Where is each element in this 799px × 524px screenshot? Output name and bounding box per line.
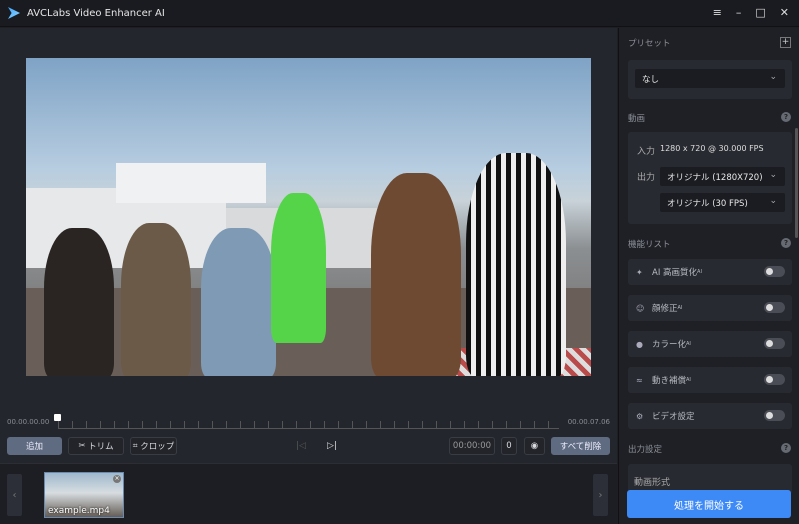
feature-label: ビデオ設定 — [652, 412, 695, 422]
feature-face: ☺ 顔修正 AI — [628, 295, 792, 321]
upscale-toggle[interactable] — [764, 266, 785, 277]
feature-label: AI 高画質化 — [652, 268, 698, 278]
trim-label: トリム — [88, 442, 114, 452]
feature-video-settings: ⚙ ビデオ設定 — [628, 403, 792, 429]
video-preview — [26, 58, 591, 376]
fps-select[interactable]: オリジナル (30 FPS) ⌄ — [660, 193, 785, 212]
feature-motion: ≈ 動き補償 AI — [628, 367, 792, 393]
feature-label: カラー化 — [652, 340, 687, 350]
gear-icon: ⚙ — [636, 411, 644, 421]
next-frame-icon[interactable]: ▷| — [327, 441, 337, 451]
colorize-toggle[interactable] — [764, 338, 785, 349]
preset-value: なし — [642, 74, 660, 85]
format-label: 動画形式 — [634, 478, 671, 488]
frame-input[interactable]: 0 — [501, 437, 517, 455]
feature-upscale: ✦ AI 高画質化 AI — [628, 259, 792, 285]
feature-label: 動き補償 — [652, 376, 687, 386]
sidebar-scrollbar[interactable] — [795, 128, 798, 238]
maximize-icon[interactable]: □ — [755, 6, 765, 19]
settings-sidebar: プリセット + なし ⌄ 動画 ? 入力 1280 x 720 @ 30.000 … — [618, 28, 799, 524]
preview-eye-button[interactable]: ◉ — [524, 437, 545, 455]
preset-heading: プリセット — [628, 39, 671, 49]
output-heading: 出力設定 — [628, 445, 663, 455]
help-icon[interactable]: ? — [781, 112, 791, 122]
timeline-end: 00.00.07.06 — [567, 418, 610, 426]
minimize-icon[interactable]: – — [736, 6, 742, 19]
face-icon: ☺ — [636, 303, 645, 313]
thumbnail-item[interactable]: × example.mp4 — [44, 472, 124, 518]
thumbnail-filename: example.mp4 — [48, 506, 110, 516]
ai-badge: AI — [686, 377, 691, 383]
crop-icon: ⌗ — [132, 441, 141, 451]
timeline[interactable]: 00.00.00.00 00.00.07.06 — [0, 408, 617, 430]
feature-label: 顔修正 — [652, 304, 678, 314]
chevron-down-icon: ⌄ — [769, 170, 777, 180]
add-preset-icon[interactable]: + — [780, 37, 791, 48]
scissors-icon: ✂ — [78, 441, 89, 451]
app-logo — [8, 7, 20, 19]
eye-icon: ◉ — [530, 441, 539, 451]
chevron-left-icon[interactable]: ‹ — [7, 474, 22, 516]
close-icon[interactable]: ✕ — [780, 6, 789, 19]
ai-badge: AI — [686, 341, 691, 347]
feature-colorize: ● カラー化 AI — [628, 331, 792, 357]
remove-icon[interactable]: × — [113, 475, 121, 483]
ai-badge: AI — [697, 269, 702, 275]
features-heading: 機能リスト — [628, 240, 671, 250]
video-settings-toggle[interactable] — [764, 410, 785, 421]
chevron-right-icon[interactable]: › — [593, 474, 608, 516]
trim-button[interactable]: ✂ トリム — [68, 437, 124, 455]
timeline-track[interactable] — [58, 421, 559, 429]
help-icon[interactable]: ? — [781, 238, 791, 248]
chevron-down-icon: ⌄ — [769, 72, 777, 82]
chevron-down-icon: ⌄ — [769, 196, 777, 206]
ai-badge: AI — [677, 305, 683, 311]
face-toggle[interactable] — [764, 302, 785, 313]
motion-toggle[interactable] — [764, 374, 785, 385]
input-value: 1280 x 720 @ 30.000 FPS — [660, 144, 764, 153]
filmstrip: ‹ × example.mp4 › — [0, 463, 617, 524]
app-title: AVCLabs Video Enhancer AI — [27, 7, 165, 19]
resolution-value: オリジナル (1280X720) — [667, 172, 763, 183]
fps-value: オリジナル (30 FPS) — [667, 198, 748, 209]
start-processing-button[interactable]: 処理を開始する — [627, 490, 791, 518]
resolution-select[interactable]: オリジナル (1280X720) ⌄ — [660, 167, 785, 186]
menu-icon[interactable]: ≡ — [713, 6, 722, 19]
video-heading: 動画 — [628, 114, 646, 124]
crop-button[interactable]: ⌗ クロップ — [130, 437, 177, 455]
title-bar: AVCLabs Video Enhancer AI ≡ – □ ✕ — [0, 0, 799, 27]
crop-label: クロップ — [140, 442, 175, 452]
output-label: 出力 — [637, 173, 656, 183]
timeline-start: 00.00.00.00 — [7, 418, 50, 426]
help-icon[interactable]: ? — [781, 443, 791, 453]
clear-all-button[interactable]: すべて削除 — [551, 437, 610, 455]
palette-icon: ● — [636, 339, 643, 349]
motion-icon: ≈ — [636, 375, 643, 385]
playhead-handle[interactable] — [54, 414, 61, 421]
add-button[interactable]: 追加 — [7, 437, 62, 455]
prev-frame-icon[interactable]: |◁ — [296, 441, 306, 451]
input-label: 入力 — [637, 147, 656, 157]
main-area: 00.00.00.00 00.00.07.06 追加 ✂ トリム ⌗ クロップ … — [0, 28, 617, 524]
time-input[interactable]: 00:00:00 — [449, 437, 495, 455]
preset-select[interactable]: なし ⌄ — [635, 69, 785, 88]
sparkle-icon: ✦ — [636, 267, 643, 277]
